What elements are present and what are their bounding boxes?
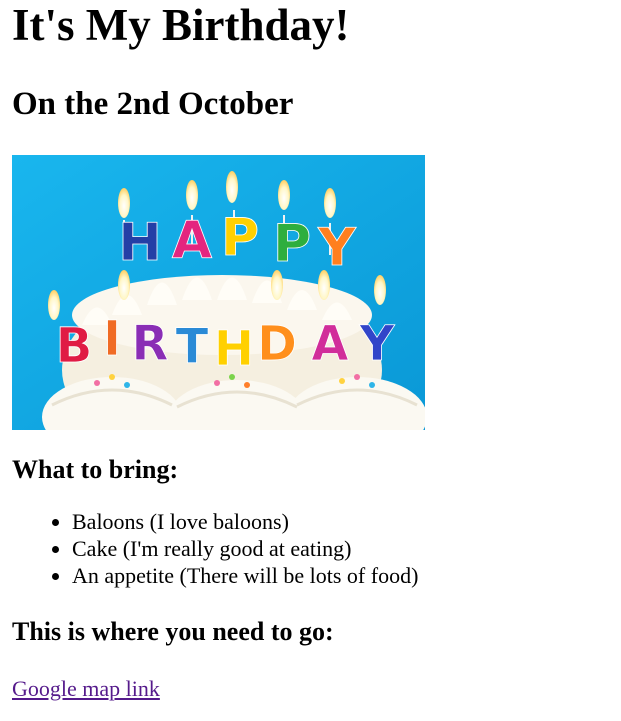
where-to-go-heading: This is where you need to go:: [12, 617, 334, 646]
list-item: An appetite (There will be lots of food): [72, 562, 609, 589]
list-item: Cake (I'm really good at eating): [72, 535, 609, 562]
svg-text:D: D: [257, 316, 297, 372]
google-map-link[interactable]: Google map link: [12, 676, 160, 701]
svg-text:H: H: [214, 321, 254, 377]
what-to-bring-heading: What to bring:: [12, 455, 179, 484]
svg-text:T: T: [176, 319, 209, 375]
page-title: It's My Birthday!: [12, 0, 350, 50]
page: It's My Birthday! On the 2nd October H A…: [0, 0, 621, 721]
svg-text:R: R: [132, 316, 169, 372]
svg-text:P: P: [221, 208, 259, 268]
birthday-cake-image: H A P P Y B I R T H D A Y: [12, 155, 425, 430]
page-subtitle: On the 2nd October: [12, 86, 294, 122]
svg-text:I: I: [103, 311, 121, 367]
svg-text:Y: Y: [359, 316, 396, 372]
svg-text:H: H: [118, 213, 162, 273]
bring-list: Baloons (I love baloons) Cake (I'm reall…: [12, 508, 609, 589]
svg-text:Y: Y: [317, 218, 357, 278]
svg-text:A: A: [311, 316, 348, 372]
svg-text:A: A: [172, 211, 212, 271]
map-link-paragraph: Google map link: [12, 675, 609, 703]
list-item: Baloons (I love baloons): [72, 508, 609, 535]
svg-text:B: B: [56, 318, 93, 374]
svg-text:P: P: [273, 214, 311, 274]
